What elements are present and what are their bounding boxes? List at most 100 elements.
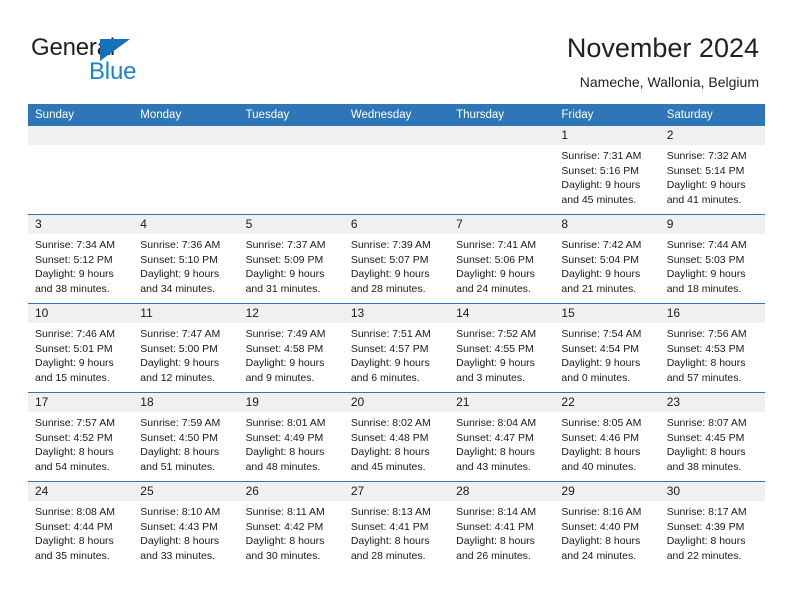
day-number[interactable]: 15 [554, 304, 659, 323]
calendar-week-row: 10 11 12 13 14 15 16 Sunrise: 7:46 AM Sunset: 5:… [28, 303, 765, 392]
day-number[interactable]: 11 [133, 304, 238, 323]
day-detail-line: Sunrise: 7:59 AM [140, 417, 221, 429]
day-cell[interactable]: Sunrise: 7:41 AM Sunset: 5:06 PM Daylight:… [449, 234, 554, 303]
day-number[interactable]: 19 [239, 393, 344, 412]
day-cell[interactable]: Sunrise: 7:31 AM Sunset: 5:16 PM Daylight:… [554, 145, 659, 214]
day-detail-line: Daylight: 9 hours [245, 268, 325, 280]
day-detail-line: Sunset: 4:47 PM [456, 431, 534, 444]
day-cell[interactable]: Sunrise: 8:16 AM Sunset: 4:40 PM Daylight:… [554, 501, 659, 570]
day-cell[interactable]: Sunrise: 8:07 AM Sunset: 4:45 PM Daylight:… [660, 412, 765, 481]
day-cell[interactable]: Sunrise: 7:49 AM Sunset: 4:58 PM Daylight:… [239, 323, 344, 392]
day-number[interactable]: 2 [660, 126, 765, 145]
day-number[interactable]: 9 [660, 215, 765, 234]
day-detail-line: Sunrise: 7:52 AM [456, 328, 537, 340]
day-cell[interactable]: Sunrise: 7:42 AM Sunset: 5:04 PM Daylight:… [554, 234, 659, 303]
day-number[interactable]: 16 [660, 304, 765, 323]
day-number-empty [449, 126, 554, 145]
day-number[interactable]: 18 [133, 393, 238, 412]
day-cell[interactable]: Sunrise: 7:39 AM Sunset: 5:07 PM Daylight:… [344, 234, 449, 303]
day-detail-line: Sunset: 5:01 PM [35, 342, 113, 355]
day-cell[interactable]: Sunrise: 7:52 AM Sunset: 4:55 PM Daylight:… [449, 323, 554, 392]
day-number[interactable]: 3 [28, 215, 133, 234]
general-blue-logo[interactable]: General Blue [31, 35, 231, 91]
week-body-strip: Sunrise: 7:31 AM Sunset: 5:16 PM Daylight:… [28, 145, 765, 214]
day-cell[interactable]: Sunrise: 8:02 AM Sunset: 4:48 PM Daylight:… [344, 412, 449, 481]
day-number[interactable]: 5 [239, 215, 344, 234]
day-cell[interactable]: Sunrise: 7:54 AM Sunset: 4:54 PM Daylight:… [554, 323, 659, 392]
day-cell[interactable]: Sunrise: 7:32 AM Sunset: 5:14 PM Daylight:… [660, 145, 765, 214]
day-cell[interactable]: Sunrise: 7:34 AM Sunset: 5:12 PM Daylight:… [28, 234, 133, 303]
day-detail-line: Sunset: 4:43 PM [140, 520, 218, 533]
day-cell[interactable]: Sunrise: 7:59 AM Sunset: 4:50 PM Daylight:… [133, 412, 238, 481]
day-number[interactable]: 8 [554, 215, 659, 234]
day-number[interactable]: 20 [344, 393, 449, 412]
day-number[interactable]: 10 [28, 304, 133, 323]
day-cell[interactable]: Sunrise: 7:44 AM Sunset: 5:03 PM Daylight:… [660, 234, 765, 303]
day-detail-line: and 38 minutes. [35, 282, 110, 295]
day-number[interactable]: 4 [133, 215, 238, 234]
day-cell[interactable]: Sunrise: 7:47 AM Sunset: 5:00 PM Daylight:… [133, 323, 238, 392]
day-number[interactable]: 21 [449, 393, 554, 412]
day-detail-line: Sunrise: 7:49 AM [245, 328, 326, 340]
day-detail-line: Sunrise: 8:04 AM [456, 417, 537, 429]
day-number[interactable]: 24 [28, 482, 133, 501]
day-cell[interactable]: Sunrise: 8:13 AM Sunset: 4:41 PM Daylight:… [344, 501, 449, 570]
day-detail-line: Daylight: 9 hours [140, 357, 220, 369]
day-detail-line: Sunrise: 8:10 AM [140, 506, 221, 518]
day-detail-line: and 45 minutes. [561, 193, 637, 206]
day-detail-line: and 15 minutes. [35, 371, 110, 384]
day-detail-line: Daylight: 8 hours [561, 446, 641, 458]
day-cell[interactable]: Sunrise: 8:11 AM Sunset: 4:42 PM Daylight:… [239, 501, 344, 570]
day-number[interactable]: 27 [344, 482, 449, 501]
day-detail-line: Sunset: 4:58 PM [245, 342, 324, 355]
day-cell[interactable]: Sunrise: 8:04 AM Sunset: 4:47 PM Daylight:… [449, 412, 554, 481]
day-cell[interactable]: Sunrise: 7:51 AM Sunset: 4:57 PM Daylight:… [344, 323, 449, 392]
day-number[interactable]: 23 [660, 393, 765, 412]
day-detail-line: and 3 minutes. [456, 371, 526, 384]
day-detail-line: Sunrise: 7:32 AM [666, 150, 747, 162]
day-cell[interactable]: Sunrise: 7:46 AM Sunset: 5:01 PM Daylight:… [28, 323, 133, 392]
day-detail-line: Sunset: 4:55 PM [456, 342, 534, 355]
day-cell[interactable]: Sunrise: 7:57 AM Sunset: 4:52 PM Daylight:… [28, 412, 133, 481]
day-number[interactable]: 17 [28, 393, 133, 412]
day-detail-line: Sunset: 5:07 PM [350, 253, 429, 266]
location-subtitle: Nameche, Wallonia, Belgium [579, 74, 759, 90]
day-cell[interactable]: Sunrise: 8:08 AM Sunset: 4:44 PM Daylight:… [28, 501, 133, 570]
day-number[interactable]: 12 [239, 304, 344, 323]
day-number[interactable]: 25 [133, 482, 238, 501]
day-detail-line: Sunset: 4:48 PM [350, 431, 429, 444]
day-number-empty [28, 126, 133, 145]
day-detail-line: and 26 minutes. [456, 549, 531, 562]
day-detail-line: Daylight: 9 hours [561, 357, 641, 369]
day-number[interactable]: 22 [554, 393, 659, 412]
day-cell[interactable]: Sunrise: 7:56 AM Sunset: 4:53 PM Daylight:… [660, 323, 765, 392]
day-detail-line: Sunrise: 7:57 AM [35, 417, 115, 429]
day-cell[interactable]: Sunrise: 8:01 AM Sunset: 4:49 PM Daylight:… [239, 412, 344, 481]
day-detail-line: Daylight: 8 hours [666, 446, 746, 458]
day-cell[interactable]: Sunrise: 8:05 AM Sunset: 4:46 PM Daylight:… [554, 412, 659, 481]
day-detail-line: Sunrise: 7:37 AM [245, 239, 326, 251]
day-number[interactable]: 14 [449, 304, 554, 323]
calendar-page: General Blue November 2024 Nameche, Wall… [0, 0, 792, 612]
day-cell[interactable]: Sunrise: 8:17 AM Sunset: 4:39 PM Daylight:… [660, 501, 765, 570]
day-number[interactable]: 7 [449, 215, 554, 234]
weekday-header-thursday: Thursday [456, 109, 505, 121]
day-cell[interactable]: Sunrise: 7:36 AM Sunset: 5:10 PM Daylight:… [133, 234, 238, 303]
day-detail-line: Sunset: 5:04 PM [561, 253, 640, 266]
day-number[interactable]: 13 [344, 304, 449, 323]
day-detail-line: Daylight: 8 hours [561, 535, 641, 547]
day-number[interactable]: 26 [239, 482, 344, 501]
day-cell[interactable]: Sunrise: 7:37 AM Sunset: 5:09 PM Daylight:… [239, 234, 344, 303]
day-cell[interactable]: Sunrise: 8:14 AM Sunset: 4:41 PM Daylight:… [449, 501, 554, 570]
day-number[interactable]: 1 [554, 126, 659, 145]
day-detail-line: Sunset: 4:42 PM [245, 520, 324, 533]
day-number[interactable]: 29 [554, 482, 659, 501]
day-number-empty [239, 126, 344, 145]
day-number[interactable]: 6 [344, 215, 449, 234]
day-number[interactable]: 30 [660, 482, 765, 501]
day-cell[interactable]: Sunrise: 8:10 AM Sunset: 4:43 PM Daylight:… [133, 501, 238, 570]
day-detail-line: Daylight: 9 hours [350, 268, 430, 280]
day-detail-line: Sunset: 5:10 PM [140, 253, 218, 266]
day-number[interactable]: 28 [449, 482, 554, 501]
weekday-header-friday: Friday [561, 109, 594, 121]
